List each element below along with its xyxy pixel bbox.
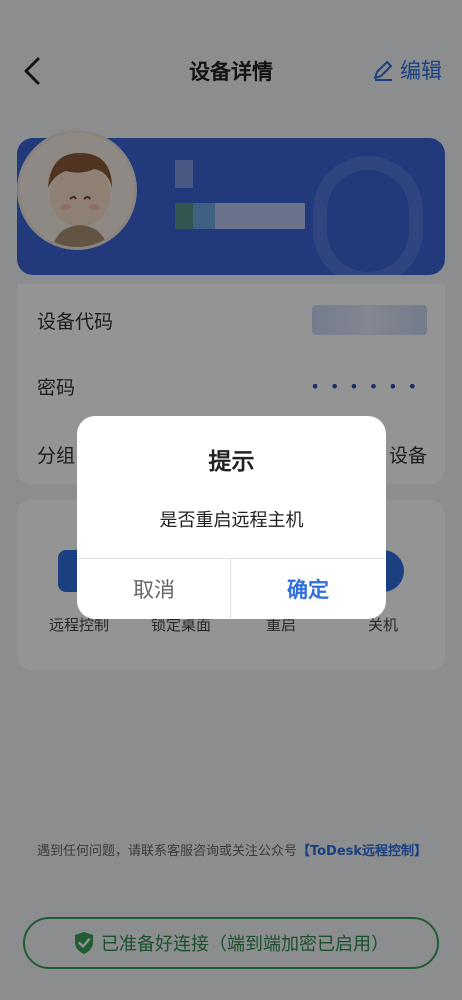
restart-confirm-dialog: 提示 是否重启远程主机 取消 确定 (77, 416, 386, 619)
dialog-message: 是否重启远程主机 (159, 510, 304, 531)
dialog-title: 提示 (208, 449, 255, 475)
cancel-button[interactable]: 取消 (77, 559, 231, 619)
confirm-button[interactable]: 确定 (231, 559, 385, 619)
